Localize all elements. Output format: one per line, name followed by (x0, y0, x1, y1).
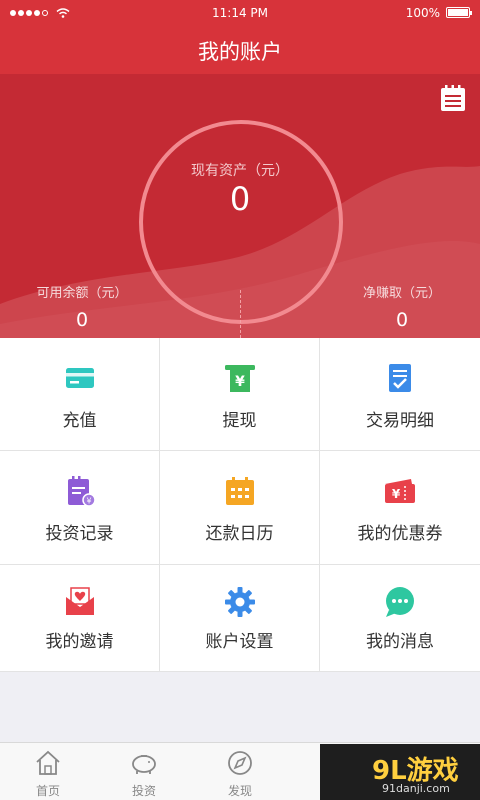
menu-item-coupons[interactable]: ¥ 我的优惠券 (320, 451, 480, 565)
svg-text:¥: ¥ (392, 487, 401, 501)
svg-text:¥: ¥ (86, 497, 91, 506)
menu-item-invitations[interactable]: 我的邀请 (0, 565, 160, 672)
earned-label: 净赚取（元） (362, 286, 441, 301)
menu-item-messages[interactable]: 我的消息 (320, 565, 480, 672)
asset-label: 现有资产（元） (191, 163, 289, 179)
menu-item-investment-records[interactable]: ¥ 投资记录 (0, 451, 160, 565)
notepad-icon[interactable] (440, 84, 466, 112)
status-bar: 11:14 PM 100% (0, 0, 480, 26)
watermark-logo: 9L游戏 91danji.com (320, 744, 480, 800)
watermark-url: 91danji.com (382, 782, 450, 795)
asset-value: 0 (229, 180, 251, 218)
menu-label: 我的消息 (366, 632, 434, 652)
menu-label: 交易明细 (366, 411, 434, 431)
envelope-heart-icon (66, 587, 94, 615)
compass-icon (228, 751, 252, 775)
tab-label: 首页 (35, 784, 60, 798)
menu-item-account-settings[interactable]: 账户设置 (160, 565, 320, 672)
svg-text:¥: ¥ (235, 374, 245, 390)
menu-item-repayment-calendar[interactable]: 还款日历 (160, 451, 320, 565)
nav-bar: 我的账户 (0, 26, 480, 74)
available-balance: 可用余额（元） 0 (0, 282, 202, 331)
menu-item-recharge[interactable]: 充值 (0, 338, 160, 451)
divider (240, 290, 241, 338)
menu-item-withdraw[interactable]: ¥ 提现 (160, 338, 320, 451)
document-check-icon (389, 364, 411, 392)
card-icon (66, 368, 94, 388)
coupon-icon: ¥ (385, 479, 415, 503)
menu-label: 还款日历 (205, 524, 274, 544)
tab-invest[interactable]: 投资 (96, 743, 192, 800)
tab-label: 投资 (131, 784, 156, 798)
chat-bubble-icon (386, 587, 414, 617)
available-label: 可用余额（元） (36, 286, 128, 301)
menu-label: 投资记录 (45, 524, 114, 544)
menu-item-transactions[interactable]: 交易明细 (320, 338, 480, 451)
battery-icon (446, 7, 472, 18)
menu-label: 账户设置 (205, 632, 274, 652)
menu-grid: 充值 ¥ 提现 交易明细 ¥ 投资记录 还款日历 ¥ 我的优惠券 我的邀请 账户… (0, 338, 480, 672)
tab-label: 发现 (227, 784, 252, 798)
menu-label: 我的邀请 (45, 632, 114, 652)
menu-label: 充值 (62, 411, 97, 431)
tab-discover[interactable]: 发现 (192, 743, 288, 800)
calendar-icon (226, 477, 254, 505)
available-value: 0 (75, 309, 89, 331)
notepad-yuan-icon: ¥ (68, 476, 96, 507)
piggy-bank-icon (132, 755, 156, 774)
menu-label: 我的优惠券 (357, 524, 443, 544)
battery-percent: 100% (405, 6, 440, 20)
earned-value: 0 (395, 309, 409, 331)
net-earnings: 净赚取（元） 0 (282, 282, 480, 331)
tab-home[interactable]: 首页 (0, 743, 96, 800)
menu-label: 提现 (222, 411, 257, 431)
yuan-atm-icon: ¥ (225, 365, 255, 392)
account-summary: 现有资产（元） 0 可用余额（元） 0 净赚取（元） 0 (0, 74, 480, 338)
gear-icon (225, 587, 255, 617)
home-icon (36, 750, 60, 775)
page-title: 我的账户 (198, 40, 282, 64)
